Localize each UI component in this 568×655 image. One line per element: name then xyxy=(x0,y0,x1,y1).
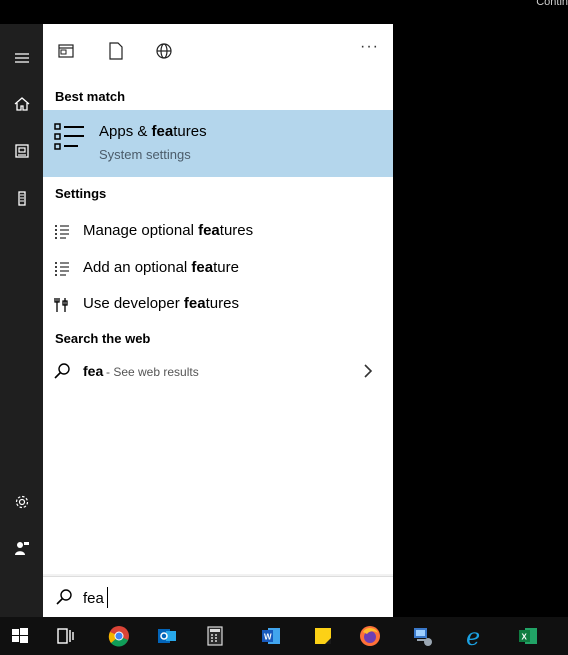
search-icon xyxy=(54,363,70,379)
web-query: fea xyxy=(83,363,104,379)
settings-button[interactable] xyxy=(0,482,43,522)
outlook-taskbar-button[interactable] xyxy=(152,621,182,651)
web-filter-button[interactable] xyxy=(153,40,175,62)
list-icon xyxy=(55,225,69,239)
desktop-screen: Contin ··· Best match Apps & features Sy… xyxy=(0,0,568,655)
word-icon: W xyxy=(262,628,280,644)
svg-text:e: e xyxy=(466,624,480,648)
device-button[interactable] xyxy=(0,179,43,219)
settings-gear-icon xyxy=(15,495,28,509)
web-filter-icon xyxy=(156,43,172,59)
documents-button[interactable] xyxy=(0,131,43,171)
firefox-taskbar-button[interactable] xyxy=(355,621,385,651)
svg-text:X: X xyxy=(522,633,528,642)
result-label: Use developer features xyxy=(83,295,239,312)
best-match-title: Apps & features xyxy=(99,123,207,140)
firefox-icon xyxy=(360,626,380,646)
svg-text:W: W xyxy=(264,633,272,642)
result-label: Add an optional feature xyxy=(83,259,239,276)
sticky-notes-taskbar-button[interactable] xyxy=(308,621,338,651)
start-windows-icon xyxy=(12,628,28,643)
best-match-result[interactable]: Apps & features System settings xyxy=(43,110,393,177)
outlook-icon xyxy=(158,629,176,643)
search-web-header: Search the web xyxy=(55,331,151,346)
edge-icon: e xyxy=(466,624,480,648)
search-results: Best match Apps & features System settin… xyxy=(43,80,393,574)
mobile-device-icon xyxy=(17,191,26,206)
user-account-icon xyxy=(14,542,29,555)
network-icon xyxy=(414,628,432,646)
search-box[interactable] xyxy=(43,576,393,617)
list-icon xyxy=(55,262,69,276)
apps-features-icon xyxy=(54,123,84,150)
documents-icon xyxy=(14,144,29,158)
chrome-icon xyxy=(108,626,129,647)
documents-filter-icon xyxy=(109,42,123,60)
network-taskbar-button[interactable] xyxy=(408,621,438,651)
home-icon xyxy=(14,97,29,111)
chrome-taskbar-button[interactable] xyxy=(104,621,134,651)
filter-bar: ··· xyxy=(43,24,393,80)
search-icon xyxy=(56,589,72,605)
task-view-icon xyxy=(57,628,74,644)
corner-text: Contin xyxy=(536,0,568,8)
settings-header: Settings xyxy=(55,186,107,201)
search-panel: ··· Best match Apps & features System se… xyxy=(43,24,393,617)
developer-tools-icon xyxy=(54,298,68,312)
hamburger-menu-button[interactable] xyxy=(0,38,43,78)
excel-icon: X xyxy=(519,628,537,644)
search-input[interactable] xyxy=(83,587,373,609)
result-use-developer-features[interactable]: Use developer features xyxy=(43,287,393,323)
task-view-button[interactable] xyxy=(50,621,80,651)
apps-filter-icon xyxy=(58,44,74,58)
taskbar: W e X xyxy=(0,617,568,655)
text-caret xyxy=(107,587,108,608)
documents-filter-button[interactable] xyxy=(105,40,127,62)
best-match-subtitle: System settings xyxy=(99,147,191,162)
result-manage-optional-features[interactable]: Manage optional features xyxy=(43,214,393,250)
edge-taskbar-button[interactable]: e xyxy=(461,621,491,651)
calculator-taskbar-button[interactable] xyxy=(200,621,230,651)
chevron-right-icon[interactable] xyxy=(361,361,375,381)
result-label: Manage optional features xyxy=(83,222,254,239)
more-options-button[interactable]: ··· xyxy=(360,38,379,56)
user-account-button[interactable] xyxy=(0,528,43,568)
best-match-header: Best match xyxy=(55,89,126,104)
hamburger-menu-icon xyxy=(14,53,29,63)
web-search-result[interactable]: fea - See web results xyxy=(43,355,393,389)
excel-taskbar-button[interactable]: X xyxy=(513,621,543,651)
result-add-optional-feature[interactable]: Add an optional feature xyxy=(43,251,393,287)
apps-filter-button[interactable] xyxy=(55,40,77,62)
sticky-notes-icon xyxy=(315,628,331,644)
start-left-rail xyxy=(0,24,43,617)
word-taskbar-button[interactable]: W xyxy=(256,621,286,651)
home-button[interactable] xyxy=(0,84,43,124)
start-button[interactable] xyxy=(5,621,35,651)
web-see-results: - See web results xyxy=(106,365,199,379)
calculator-icon xyxy=(207,626,223,646)
